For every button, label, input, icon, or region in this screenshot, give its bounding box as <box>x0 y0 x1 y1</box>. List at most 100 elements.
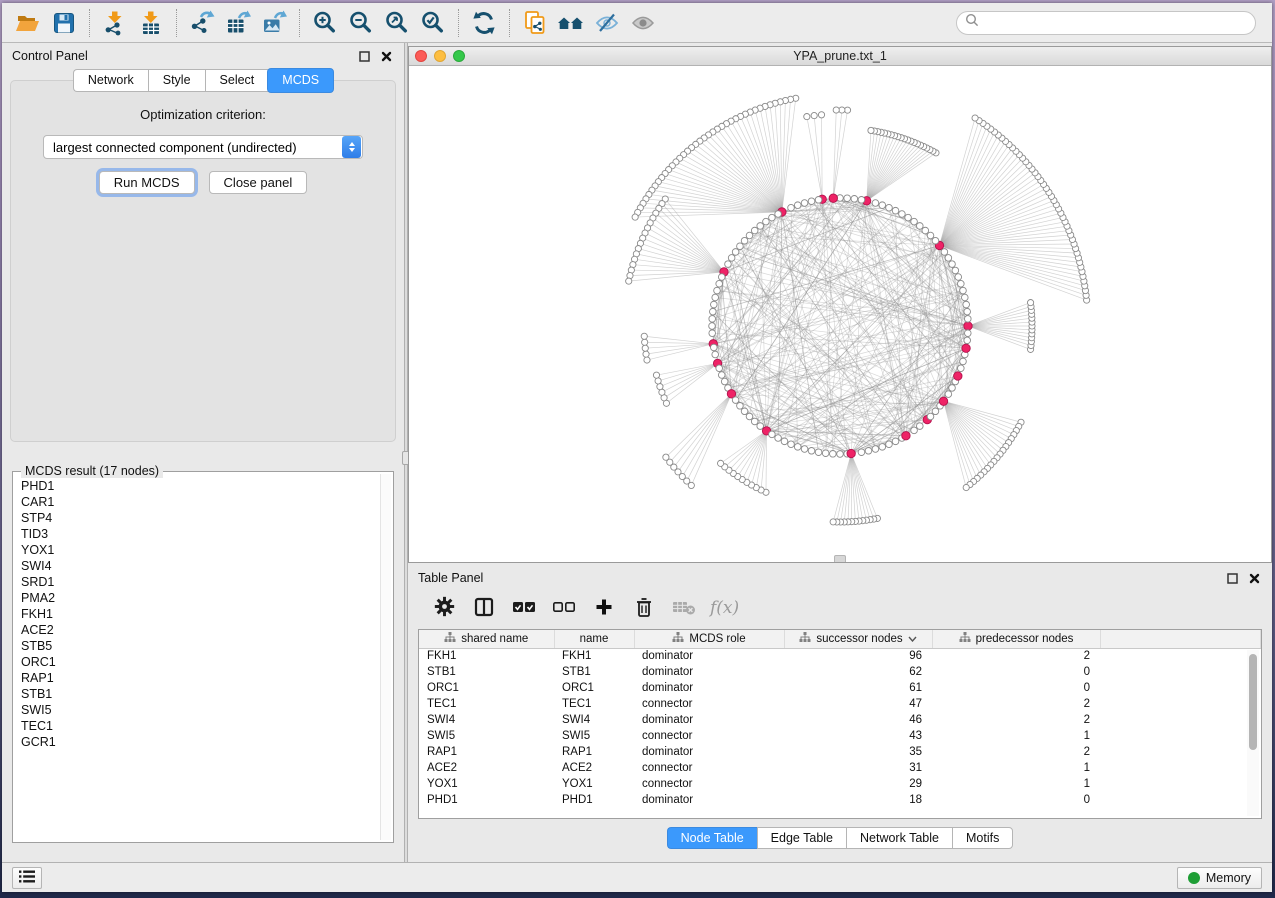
cell[interactable]: SWI5 <box>419 728 554 744</box>
cell[interactable]: 47 <box>784 696 932 712</box>
network-canvas[interactable] <box>409 66 1271 562</box>
table-row[interactable]: SWI4SWI4dominator462 <box>419 712 1261 728</box>
table-row[interactable]: ACE2ACE2connector311 <box>419 760 1261 776</box>
search-input[interactable] <box>984 16 1247 30</box>
cell[interactable]: STB1 <box>419 664 554 680</box>
cell[interactable]: 2 <box>932 696 1100 712</box>
cell[interactable]: 1 <box>932 760 1100 776</box>
cell[interactable]: 61 <box>784 680 932 696</box>
cell[interactable]: YOX1 <box>419 776 554 792</box>
scrollbar-thumb[interactable] <box>1249 654 1257 750</box>
mcds-result-scrollbar[interactable] <box>380 474 391 840</box>
cell[interactable]: 43 <box>784 728 932 744</box>
column-header-MCDS-role[interactable]: MCDS role <box>634 630 784 648</box>
cell[interactable]: connector <box>634 696 784 712</box>
open-session-button[interactable] <box>10 7 46 39</box>
cell[interactable]: dominator <box>634 792 784 808</box>
table-row[interactable]: SWI5SWI5connector431 <box>419 728 1261 744</box>
cell[interactable]: dominator <box>634 664 784 680</box>
cell[interactable]: 1 <box>932 776 1100 792</box>
cell[interactable]: 2 <box>932 744 1100 760</box>
cell[interactable]: SWI5 <box>554 728 634 744</box>
table-row[interactable]: TEC1TEC1connector472 <box>419 696 1261 712</box>
cell[interactable]: ORC1 <box>554 680 634 696</box>
mcds-result-item[interactable]: PMA2 <box>21 590 379 606</box>
cell[interactable]: 18 <box>784 792 932 808</box>
cell[interactable]: FKH1 <box>554 648 634 664</box>
mcds-result-item[interactable]: YOX1 <box>21 542 379 558</box>
export-image-button[interactable] <box>256 7 292 39</box>
tab-edge-table[interactable]: Edge Table <box>757 827 846 849</box>
close-window-icon[interactable] <box>415 50 427 62</box>
memory-button[interactable]: Memory <box>1177 867 1262 889</box>
horizontal-splitter-handle[interactable] <box>834 555 846 562</box>
cell[interactable]: SWI4 <box>419 712 554 728</box>
cell[interactable]: 62 <box>784 664 932 680</box>
cell[interactable]: 31 <box>784 760 932 776</box>
import-table-button[interactable] <box>133 7 169 39</box>
mcds-result-item[interactable]: SWI4 <box>21 558 379 574</box>
tab-motifs[interactable]: Motifs <box>952 827 1013 849</box>
run-mcds-button[interactable]: Run MCDS <box>99 171 195 194</box>
cell[interactable]: connector <box>634 728 784 744</box>
mcds-result-item[interactable]: STB1 <box>21 686 379 702</box>
select-all-rows-button[interactable] <box>508 593 540 623</box>
network-graph[interactable] <box>409 66 1270 562</box>
zoom-in-button[interactable] <box>307 7 343 39</box>
tab-mcds[interactable]: MCDS <box>267 68 334 93</box>
cell[interactable]: ACE2 <box>419 760 554 776</box>
mcds-result-item[interactable]: GCR1 <box>21 734 379 750</box>
column-header-successor-nodes[interactable]: successor nodes <box>784 630 932 648</box>
table-row[interactable]: FKH1FKH1dominator962 <box>419 648 1261 664</box>
cell[interactable]: PHD1 <box>419 792 554 808</box>
cell[interactable]: 2 <box>932 648 1100 664</box>
mcds-result-item[interactable]: ACE2 <box>21 622 379 638</box>
mcds-result-list[interactable]: PHD1CAR1STP4TID3YOX1SWI4SRD1PMA2FKH1ACE2… <box>21 478 379 840</box>
export-table-button[interactable] <box>220 7 256 39</box>
import-network-button[interactable] <box>97 7 133 39</box>
mcds-result-item[interactable]: TEC1 <box>21 718 379 734</box>
cell[interactable]: RAP1 <box>554 744 634 760</box>
cell[interactable]: dominator <box>634 680 784 696</box>
table-row[interactable]: YOX1YOX1connector291 <box>419 776 1261 792</box>
status-list-button[interactable] <box>12 867 42 889</box>
column-header-shared-name[interactable]: shared name <box>419 630 554 648</box>
mcds-result-item[interactable]: STP4 <box>21 510 379 526</box>
duplicate-network-button[interactable] <box>517 7 553 39</box>
cell[interactable]: 29 <box>784 776 932 792</box>
cell[interactable]: 46 <box>784 712 932 728</box>
mcds-result-item[interactable]: SRD1 <box>21 574 379 590</box>
mcds-result-item[interactable]: ORC1 <box>21 654 379 670</box>
close-table-panel-icon[interactable] <box>1246 568 1262 584</box>
tab-network-table[interactable]: Network Table <box>846 827 952 849</box>
network-titlebar[interactable]: YPA_prune.txt_1 <box>409 47 1271 66</box>
deselect-all-rows-button[interactable] <box>548 593 580 623</box>
close-panel-button[interactable]: Close panel <box>209 171 308 194</box>
show-all-button[interactable] <box>625 7 661 39</box>
table-scrollbar[interactable] <box>1247 650 1259 816</box>
close-panel-icon[interactable] <box>378 46 394 62</box>
optimization-criterion-select[interactable]: largest connected component (undirected) <box>43 135 363 159</box>
cell[interactable]: SWI4 <box>554 712 634 728</box>
cell[interactable]: 0 <box>932 680 1100 696</box>
mcds-result-item[interactable]: TID3 <box>21 526 379 542</box>
table-row[interactable]: PHD1PHD1dominator180 <box>419 792 1261 808</box>
table-options-button[interactable] <box>428 593 460 623</box>
export-network-button[interactable] <box>184 7 220 39</box>
cell[interactable]: 96 <box>784 648 932 664</box>
delete-column-button[interactable] <box>628 593 660 623</box>
cell[interactable]: ORC1 <box>419 680 554 696</box>
cell[interactable]: RAP1 <box>419 744 554 760</box>
add-column-button[interactable] <box>588 593 620 623</box>
cell[interactable]: TEC1 <box>419 696 554 712</box>
cell[interactable]: STB1 <box>554 664 634 680</box>
mcds-result-item[interactable]: PHD1 <box>21 478 379 494</box>
cell[interactable]: dominator <box>634 712 784 728</box>
refresh-view-button[interactable] <box>466 7 502 39</box>
cell[interactable]: 0 <box>932 664 1100 680</box>
column-header-predecessor-nodes[interactable]: predecessor nodes <box>932 630 1100 648</box>
cell[interactable]: YOX1 <box>554 776 634 792</box>
cell[interactable]: FKH1 <box>419 648 554 664</box>
cell[interactable]: dominator <box>634 744 784 760</box>
tab-network[interactable]: Network <box>73 69 148 92</box>
